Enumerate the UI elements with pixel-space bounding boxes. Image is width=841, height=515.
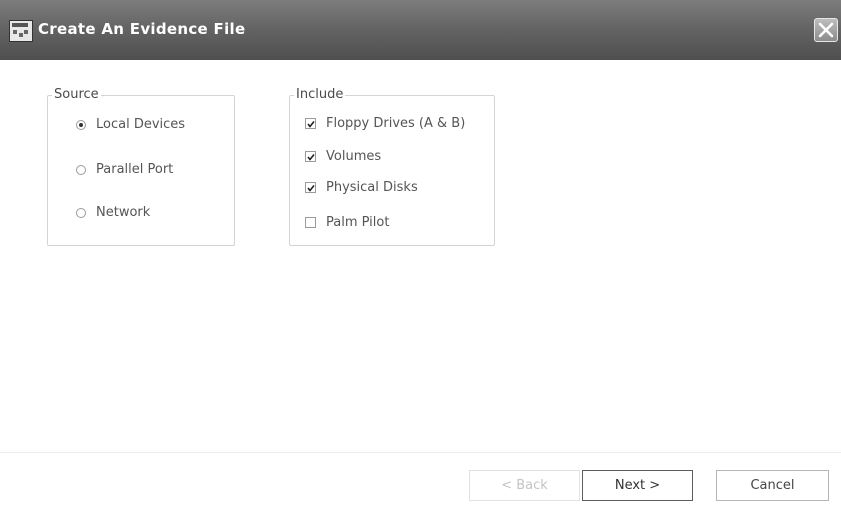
checkbox[interactable] <box>305 217 316 228</box>
source-legend: Source <box>52 87 101 102</box>
radio-label: Parallel Port <box>96 162 174 177</box>
radio-network[interactable]: Network <box>76 205 150 220</box>
radio-parallel-port[interactable]: Parallel Port <box>76 162 173 177</box>
checkbox-label: Palm Pilot <box>326 215 390 230</box>
checkbox[interactable] <box>305 118 316 129</box>
checkmark-icon <box>307 121 315 128</box>
close-icon <box>818 22 834 38</box>
footer-divider <box>0 452 841 453</box>
radio-local-devices[interactable]: Local Devices <box>76 117 185 132</box>
checkbox-label: Volumes <box>326 149 382 164</box>
window-title: Create An Evidence File <box>38 20 246 38</box>
checkbox-floppy-drives[interactable]: Floppy Drives (A & B) <box>305 116 465 131</box>
close-button[interactable] <box>814 18 838 42</box>
checkbox[interactable] <box>305 151 316 162</box>
title-bar[interactable]: Create An Evidence File <box>0 0 841 60</box>
radio-label: Network <box>96 205 151 220</box>
checkbox-volumes[interactable]: Volumes <box>305 149 381 164</box>
checkbox[interactable] <box>305 182 316 193</box>
radio-button[interactable] <box>76 207 86 218</box>
include-legend: Include <box>294 87 346 102</box>
encase-app-icon <box>9 20 33 42</box>
checkbox-palm-pilot[interactable]: Palm Pilot <box>305 215 389 230</box>
radio-button[interactable] <box>76 164 86 175</box>
next-button[interactable]: Next > <box>582 470 693 501</box>
checkbox-label: Floppy Drives (A & B) <box>326 116 466 131</box>
back-button[interactable]: < Back <box>469 470 580 501</box>
checkmark-icon <box>307 185 315 192</box>
checkbox-label: Physical Disks <box>326 180 418 195</box>
checkbox-physical-disks[interactable]: Physical Disks <box>305 180 418 195</box>
checkmark-icon <box>307 154 315 161</box>
radio-label: Local Devices <box>96 117 186 132</box>
cancel-button[interactable]: Cancel <box>716 470 829 501</box>
radio-button[interactable] <box>76 119 86 130</box>
